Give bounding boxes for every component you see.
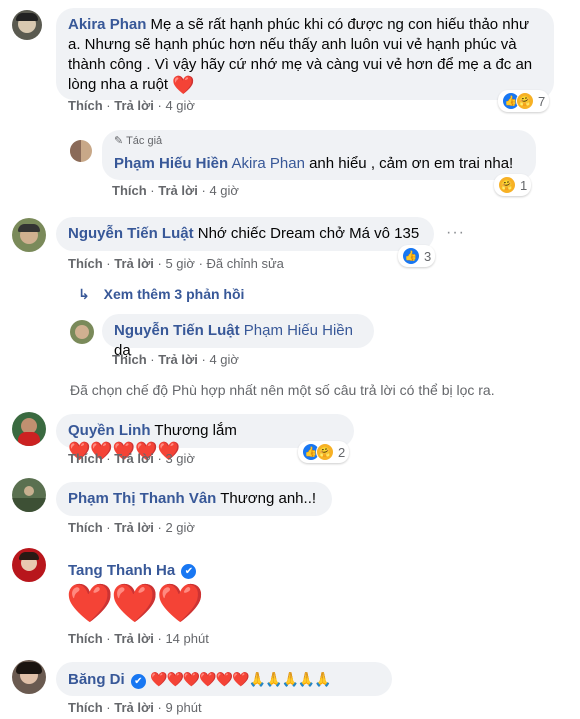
comment-bubble: Nguyễn Tiến Luật Phạm Hiếu Hiền dạ bbox=[102, 314, 374, 359]
like-button[interactable]: Thích bbox=[68, 98, 103, 113]
reaction-count[interactable]: 👍 3 bbox=[398, 245, 436, 267]
reply-button[interactable]: Trả lời bbox=[114, 631, 154, 646]
commenter-name[interactable]: Quyền Linh bbox=[68, 422, 151, 439]
care-icon: 🤗 bbox=[316, 443, 334, 461]
commenter-name[interactable]: Phạm Hiếu Hiền bbox=[114, 155, 228, 172]
heart-emoji: ❤️ bbox=[172, 75, 195, 95]
avatar[interactable] bbox=[70, 140, 92, 162]
reply-button[interactable]: Trả lời bbox=[114, 98, 154, 113]
commenter-name[interactable]: Tang Thanh Ha bbox=[68, 562, 175, 579]
commenter-name[interactable]: Băng Di bbox=[68, 671, 125, 688]
verified-icon: ✔ bbox=[130, 674, 146, 689]
comment-header: Tang Thanh Ha ✔ bbox=[68, 562, 197, 579]
reply-button[interactable]: Trả lời bbox=[114, 451, 154, 466]
comment-actions: Thích · Trả lời · 4 giờ bbox=[112, 183, 239, 198]
like-icon: 👍 bbox=[402, 247, 420, 265]
comment-actions: Thích · Trả lời · 2 giờ bbox=[68, 520, 195, 535]
mention-tag[interactable]: Akira Phan bbox=[232, 155, 305, 172]
comment-text: anh hiểu , cảm ơn em trai nha! bbox=[309, 155, 514, 172]
timestamp[interactable]: 2 giờ bbox=[165, 520, 195, 535]
comment-bubble: Băng Di ✔ ❤️❤️❤️❤️❤️❤️🙏🙏🙏🙏🙏 bbox=[56, 662, 392, 696]
reply-button[interactable]: Trả lời bbox=[158, 352, 198, 367]
reply-arrow-icon: ↳ bbox=[78, 286, 90, 302]
like-button[interactable]: Thích bbox=[68, 631, 103, 646]
mention-tag[interactable]: Phạm Hiếu Hiền bbox=[244, 322, 353, 339]
comment-actions: Thích · Trả lời · 4 giờ bbox=[112, 352, 239, 367]
comment-actions: Thích · Trả lời · 4 giờ bbox=[68, 98, 195, 113]
comment-bubble: Nguyễn Tiến Luật Nhớ chiếc Dream chở Má … bbox=[56, 217, 434, 251]
like-button[interactable]: Thích bbox=[112, 352, 147, 367]
comment-text: Thương anh..! bbox=[220, 490, 317, 507]
timestamp[interactable]: 5 giờ bbox=[165, 256, 195, 271]
timestamp[interactable]: 9 phút bbox=[165, 700, 201, 715]
avatar[interactable] bbox=[12, 412, 46, 446]
avatar[interactable] bbox=[12, 218, 46, 252]
comment-text: Nhớ chiếc Dream chở Má vô 135 bbox=[197, 225, 420, 242]
view-more-replies[interactable]: ↳ Xem thêm 3 phản hồi bbox=[78, 286, 244, 303]
timestamp[interactable]: 3 giờ bbox=[165, 451, 195, 466]
comment-bubble: Akira Phan Mẹ a sẽ rất hạnh phúc khi có … bbox=[56, 8, 554, 100]
pencil-icon: ✎ bbox=[114, 135, 124, 147]
reply-button[interactable]: Trả lời bbox=[158, 183, 198, 198]
care-icon: 🤗 bbox=[516, 92, 534, 110]
edited-label[interactable]: Đã chỉnh sửa bbox=[207, 256, 284, 271]
like-button[interactable]: Thích bbox=[68, 256, 103, 271]
avatar[interactable] bbox=[12, 10, 42, 40]
commenter-name[interactable]: Nguyễn Tiến Luật bbox=[68, 225, 194, 242]
commenter-name[interactable]: Phạm Thị Thanh Vân bbox=[68, 490, 216, 507]
comment-bubble: ✎ Tác giả Phạm Hiếu Hiền Akira Phan anh … bbox=[102, 130, 536, 180]
comment-actions: Thích · Trả lời · 3 giờ bbox=[68, 451, 195, 466]
timestamp[interactable]: 4 giờ bbox=[209, 352, 239, 367]
timestamp[interactable]: 14 phút bbox=[165, 631, 208, 646]
avatar[interactable] bbox=[12, 548, 46, 582]
comment-actions: Thích · Trả lời · 14 phút bbox=[68, 631, 209, 646]
timestamp[interactable]: 4 giờ bbox=[165, 98, 195, 113]
reply-button[interactable]: Trả lời bbox=[114, 256, 154, 271]
reaction-count[interactable]: 👍 🤗 2 bbox=[298, 441, 350, 463]
reply-button[interactable]: Trả lời bbox=[114, 700, 154, 715]
verified-icon: ✔ bbox=[181, 564, 197, 579]
avatar[interactable] bbox=[12, 660, 46, 694]
commenter-name[interactable]: Nguyễn Tiến Luật bbox=[114, 322, 240, 339]
comment-emoji: ❤️❤️❤️❤️❤️❤️🙏🙏🙏🙏🙏 bbox=[150, 671, 332, 687]
like-button[interactable]: Thích bbox=[68, 520, 103, 535]
filter-notice: Đã chọn chế độ Phù hợp nhất nên một số c… bbox=[70, 382, 495, 398]
reaction-count[interactable]: 👍 🤗 7 bbox=[498, 90, 550, 112]
comment-bubble: Phạm Thị Thanh Vân Thương anh..! bbox=[56, 482, 332, 516]
avatar[interactable] bbox=[12, 478, 46, 512]
commenter-name[interactable]: Akira Phan bbox=[68, 16, 146, 33]
author-badge: Tác giả bbox=[126, 135, 163, 147]
more-options-icon[interactable]: ··· bbox=[446, 224, 465, 242]
like-button[interactable]: Thích bbox=[68, 700, 103, 715]
big-hearts: ❤️❤️❤️ bbox=[66, 583, 204, 625]
comment-actions: Thích · Trả lời · 9 phút bbox=[68, 700, 202, 715]
avatar[interactable] bbox=[70, 320, 94, 344]
reaction-count[interactable]: 🤗 1 bbox=[494, 174, 532, 196]
comment-actions: Thích · Trả lời · 5 giờ · Đã chỉnh sửa bbox=[68, 256, 284, 271]
reply-button[interactable]: Trả lời bbox=[114, 520, 154, 535]
care-icon: 🤗 bbox=[498, 176, 516, 194]
like-button[interactable]: Thích bbox=[112, 183, 147, 198]
timestamp[interactable]: 4 giờ bbox=[209, 183, 239, 198]
like-button[interactable]: Thích bbox=[68, 451, 103, 466]
comment-text: Thương lắm bbox=[154, 422, 237, 439]
